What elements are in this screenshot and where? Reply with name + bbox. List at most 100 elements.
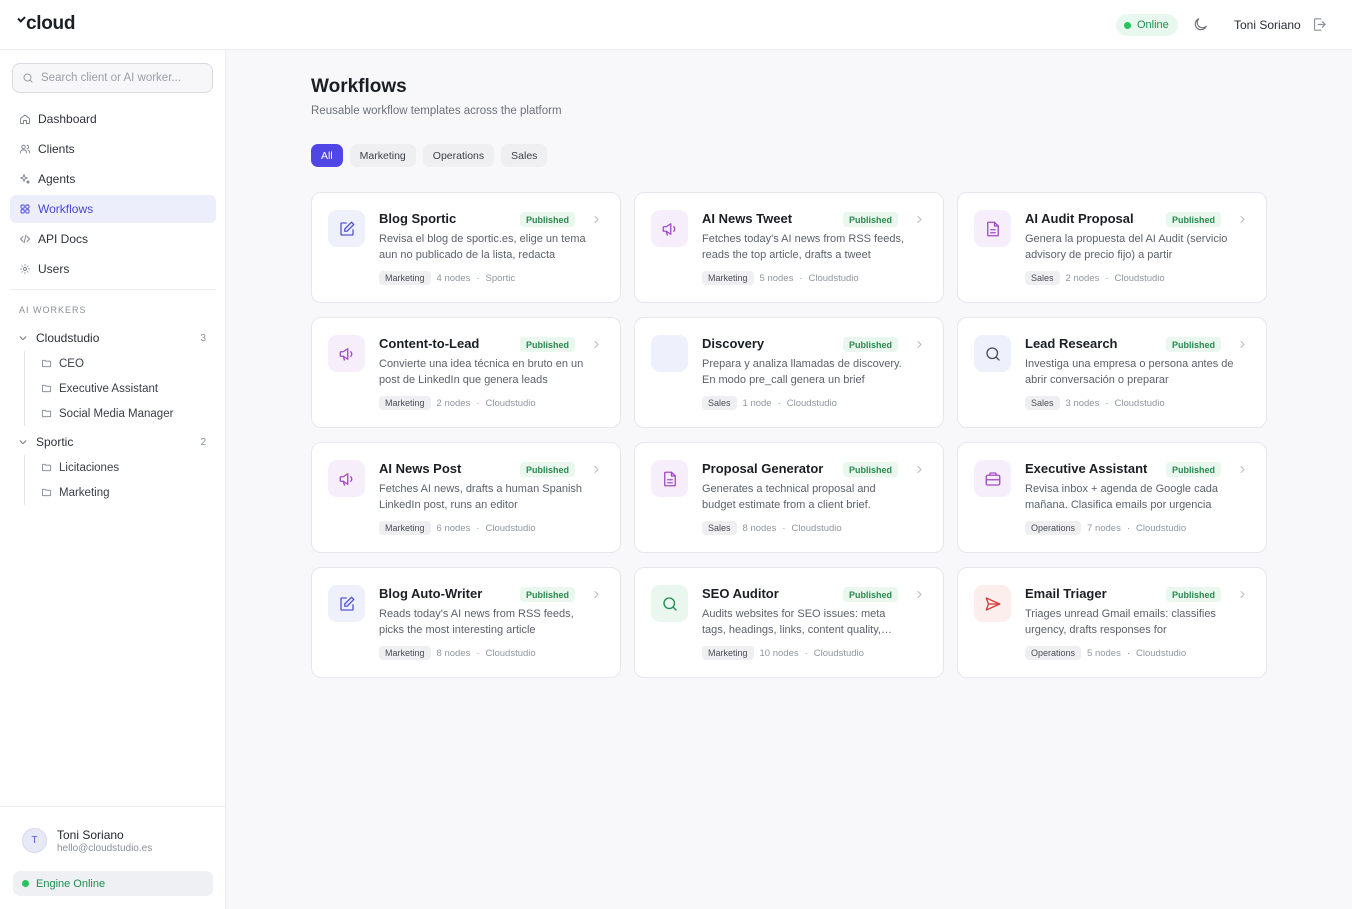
tree-item[interactable]: Social Media Manager: [41, 401, 216, 426]
status-badge: Published: [520, 587, 576, 602]
sidebar-item-clients[interactable]: Clients: [10, 135, 216, 163]
tree-group-count: 3: [200, 332, 206, 344]
card-meta: Operations 7 nodes · Cloudstudio: [1025, 521, 1186, 535]
tree-group-sportic[interactable]: Sportic 2: [10, 429, 216, 455]
chevron-right-icon[interactable]: [1238, 340, 1247, 349]
moon-icon[interactable]: [1192, 16, 1209, 33]
sidebar-item-api-docs[interactable]: API Docs: [10, 225, 216, 253]
card-owner: Cloudstudio: [791, 522, 842, 534]
card-meta: Marketing 2 nodes · Cloudstudio: [379, 396, 536, 410]
status-badge: Published: [1166, 587, 1222, 602]
tree-item[interactable]: Executive Assistant: [41, 376, 216, 401]
chevron-right-icon[interactable]: [592, 215, 601, 224]
card-title: AI Audit Proposal: [1025, 211, 1134, 226]
online-status-badge: Online: [1116, 14, 1178, 36]
sidebar-item-label: API Docs: [38, 232, 89, 246]
chevron-right-icon[interactable]: [915, 590, 924, 599]
top-user-name[interactable]: Toni Soriano: [1234, 18, 1301, 32]
workflow-card[interactable]: AI News Tweet Published Fetches today's AI…: [634, 192, 944, 303]
sidebar-footer: T Toni Soriano hello@cloudstudio.es Engi…: [0, 806, 225, 909]
chevron-right-icon[interactable]: [592, 590, 601, 599]
workflow-card[interactable]: SEO Auditor Published Audits websites for …: [634, 567, 944, 678]
workflow-card[interactable]: AI News Post Published Fetches AI news, dr…: [311, 442, 621, 553]
workflow-card[interactable]: Email Triager Published Triages unread Gma…: [957, 567, 1267, 678]
meta-separator: ·: [804, 647, 808, 659]
blank-icon: [651, 335, 688, 372]
workflow-card[interactable]: Discovery Published Prepara y analiza llam…: [634, 317, 944, 428]
sidebar-user-email: hello@cloudstudio.es: [57, 843, 153, 854]
chevron-down-icon: [19, 440, 27, 445]
meta-separator: ·: [1126, 522, 1131, 534]
tree-item-label: CEO: [59, 357, 84, 370]
category-tag: Operations: [1025, 521, 1082, 535]
chevron-right-icon[interactable]: [592, 465, 601, 474]
sidebar-item-agents[interactable]: Agents: [10, 165, 216, 193]
meta-separator: ·: [1105, 397, 1109, 409]
chevron-right-icon[interactable]: [915, 340, 924, 349]
filter-marketing[interactable]: Marketing: [349, 144, 416, 167]
document-icon: [974, 210, 1011, 247]
card-meta: Sales 8 nodes · Cloudstudio: [702, 521, 842, 535]
folder-icon: [41, 384, 52, 393]
status-badge: Published: [1166, 462, 1222, 477]
tree-item[interactable]: Licitaciones: [41, 455, 216, 480]
home-icon: [20, 114, 30, 124]
card-description: Revisa inbox + agenda de Google cada mañ…: [1025, 483, 1218, 511]
code-icon: [20, 234, 30, 244]
avatar[interactable]: T: [22, 828, 47, 853]
tree-item[interactable]: Marketing: [41, 480, 216, 505]
category-tag: Marketing: [379, 521, 431, 535]
filter-operations[interactable]: Operations: [422, 144, 495, 167]
sidebar-item-label: Workflows: [38, 202, 94, 216]
sidebar-item-users[interactable]: Users: [10, 255, 216, 283]
search-box[interactable]: [12, 63, 213, 93]
tree-item-label: Licitaciones: [59, 461, 120, 474]
workflow-card[interactable]: Lead Research Published Investiga una empr…: [957, 317, 1267, 428]
sidebar-item-label: Clients: [38, 142, 75, 156]
chevron-right-icon[interactable]: [1238, 590, 1247, 599]
chevron-right-icon[interactable]: [592, 340, 601, 349]
chevron-right-icon[interactable]: [915, 465, 924, 474]
logout-icon[interactable]: [1311, 16, 1328, 33]
chevron-right-icon[interactable]: [915, 215, 924, 224]
workflow-card[interactable]: Blog Sportic Published Revisa el blog de s…: [311, 192, 621, 303]
filter-sales[interactable]: Sales: [501, 144, 548, 167]
category-tag: Marketing: [379, 396, 431, 410]
tree-group-label: Cloudstudio: [36, 331, 100, 345]
workflow-card[interactable]: Proposal Generator Published Generates a t…: [634, 442, 944, 553]
workflow-card[interactable]: Blog Auto-Writer Published Reads today's A…: [311, 567, 621, 678]
category-tag: Sales: [1025, 396, 1060, 410]
node-count: 6 nodes: [436, 522, 471, 534]
workflow-card[interactable]: Content-to-Lead Published Convierte una id…: [311, 317, 621, 428]
workflow-card[interactable]: Executive Assistant Published Revisa inbox…: [957, 442, 1267, 553]
sidebar-item-workflows[interactable]: Workflows: [10, 195, 216, 223]
card-owner: Cloudstudio: [813, 647, 864, 659]
grid-icon: [20, 204, 30, 214]
category-tag: Operations: [1025, 646, 1082, 660]
logo[interactable]: cloud: [17, 13, 75, 35]
card-title: AI News Post: [379, 461, 462, 476]
search-icon: [651, 585, 688, 622]
card-owner: Cloudstudio: [1114, 397, 1165, 409]
status-dot-icon: [1124, 21, 1131, 29]
chevron-down-icon: [19, 336, 27, 341]
folder-icon: [41, 463, 52, 472]
status-badge: Published: [843, 337, 899, 352]
search-input[interactable]: [41, 72, 201, 84]
card-title: Proposal Generator: [702, 461, 824, 476]
chevron-right-icon[interactable]: [1238, 465, 1247, 474]
chevron-right-icon[interactable]: [1238, 215, 1247, 224]
workflow-card[interactable]: AI Audit Proposal Published Genera la prop…: [957, 192, 1267, 303]
status-badge: Published: [520, 462, 576, 477]
card-title: Lead Research: [1025, 336, 1118, 351]
users-icon: [19, 144, 31, 154]
sidebar-item-label: Users: [38, 262, 70, 276]
meta-separator: ·: [476, 522, 480, 534]
tree-group-cloudstudio[interactable]: Cloudstudio 3: [10, 325, 216, 351]
tree-item[interactable]: CEO: [41, 351, 216, 376]
meta-separator: ·: [476, 397, 480, 409]
gear-icon: [20, 264, 30, 274]
briefcase-icon: [974, 460, 1011, 497]
filter-all[interactable]: All: [311, 144, 343, 167]
sidebar-item-dashboard[interactable]: Dashboard: [10, 105, 216, 133]
